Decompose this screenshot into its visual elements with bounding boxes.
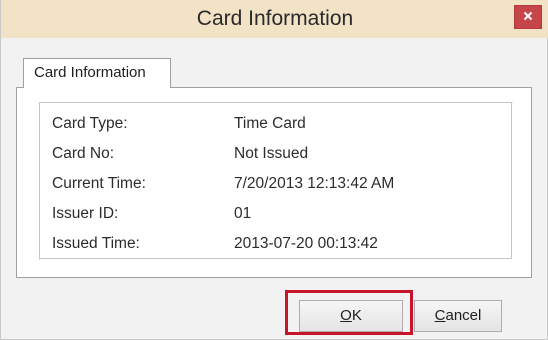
ok-button[interactable]: OK <box>299 300 403 332</box>
issuer-id-label: Issuer ID: <box>52 205 119 222</box>
ok-label-rest: K <box>351 307 362 324</box>
ok-mnemonic: O <box>340 307 352 324</box>
close-icon <box>523 8 533 26</box>
current-time-value: 7/20/2013 12:13:42 AM <box>234 175 395 192</box>
cancel-label-rest: ancel <box>445 307 482 324</box>
cancel-mnemonic: C <box>434 307 446 324</box>
field-row-card-type: Card Type: Time Card <box>40 115 514 137</box>
field-row-issuer-id: Issuer ID: 01 <box>40 205 514 227</box>
tab-panel: Card Type: Time Card Card No: Not Issued… <box>16 87 532 278</box>
card-details-group: Card Type: Time Card Card No: Not Issued… <box>39 102 513 260</box>
field-row-issued-time: Issued Time: 2013-07-20 00:13:42 <box>40 235 514 257</box>
card-no-label: Card No: <box>52 145 115 162</box>
field-row-current-time: Current Time: 7/20/2013 12:13:42 AM <box>40 175 514 197</box>
title-bar[interactable]: Card Information <box>1 0 548 38</box>
card-type-label: Card Type: <box>52 115 128 132</box>
issuer-id-value: 01 <box>234 205 252 222</box>
field-row-card-no: Card No: Not Issued <box>40 145 514 167</box>
close-button[interactable] <box>514 5 542 29</box>
tab-card-information[interactable]: Card Information <box>23 58 171 88</box>
card-no-value: Not Issued <box>234 145 309 162</box>
issued-time-value: 2013-07-20 00:13:42 <box>234 235 378 252</box>
window-title: Card Information <box>196 7 354 30</box>
current-time-label: Current Time: <box>52 175 146 192</box>
cancel-button[interactable]: Cancel <box>414 300 502 332</box>
card-type-value: Time Card <box>234 115 306 132</box>
card-information-dialog: Card Information Card Information Card T… <box>0 0 548 340</box>
issued-time-label: Issued Time: <box>52 235 140 252</box>
